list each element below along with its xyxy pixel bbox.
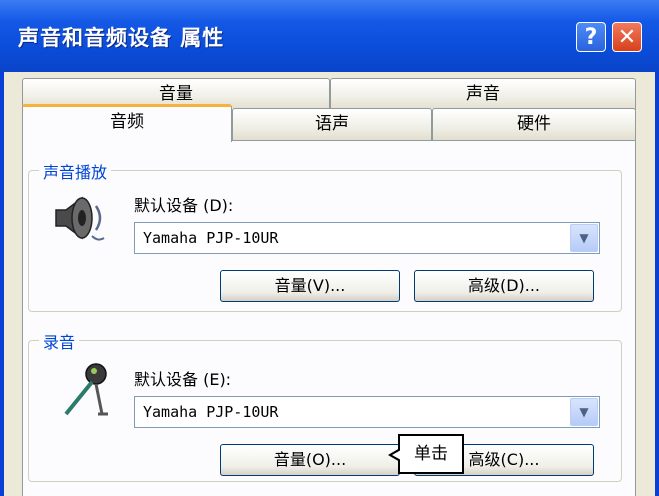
chevron-down-icon[interactable]: ▼ (570, 224, 598, 252)
recording-device-value: Yamaha PJP-10UR (143, 403, 279, 421)
playback-advanced-button[interactable]: 高级(D)... (414, 270, 594, 302)
callout-text: 单击 (414, 444, 448, 464)
tab-hardware[interactable]: 硬件 (432, 108, 636, 140)
recording-device-select[interactable]: Yamaha PJP-10UR ▼ (134, 396, 600, 428)
playback-device-value: Yamaha PJP-10UR (143, 229, 279, 247)
close-button[interactable]: ✕ (612, 22, 642, 52)
playback-volume-button[interactable]: 音量(V)... (220, 270, 400, 302)
tab-audio[interactable]: 音频 (22, 104, 232, 142)
click-callout: 单击 (388, 434, 464, 474)
tab-sounds[interactable]: 声音 (330, 78, 636, 110)
chevron-down-icon[interactable]: ▼ (570, 398, 598, 426)
recording-default-label: 默认设备 (E): (134, 370, 232, 389)
playback-legend: 声音播放 (39, 159, 112, 183)
microphone-icon (56, 360, 112, 420)
properties-window: 声音和音频设备 属性 ? ✕ 音量 声音 音频 语声 硬件 声音播放 默认设备 … (0, 0, 659, 496)
recording-legend: 录音 (39, 329, 80, 353)
window-title: 声音和音频设备 属性 (18, 26, 225, 50)
recording-volume-button[interactable]: 音量(O)... (220, 444, 400, 476)
speaker-icon (52, 192, 108, 244)
title-bar[interactable]: 声音和音频设备 属性 ? ✕ (0, 0, 659, 72)
callout-pointer-fill (392, 450, 401, 460)
playback-default-label: 默认设备 (D): (134, 196, 234, 215)
playback-device-select[interactable]: Yamaha PJP-10UR ▼ (134, 222, 600, 254)
help-button[interactable]: ? (576, 22, 606, 52)
tab-voice[interactable]: 语声 (232, 108, 432, 140)
